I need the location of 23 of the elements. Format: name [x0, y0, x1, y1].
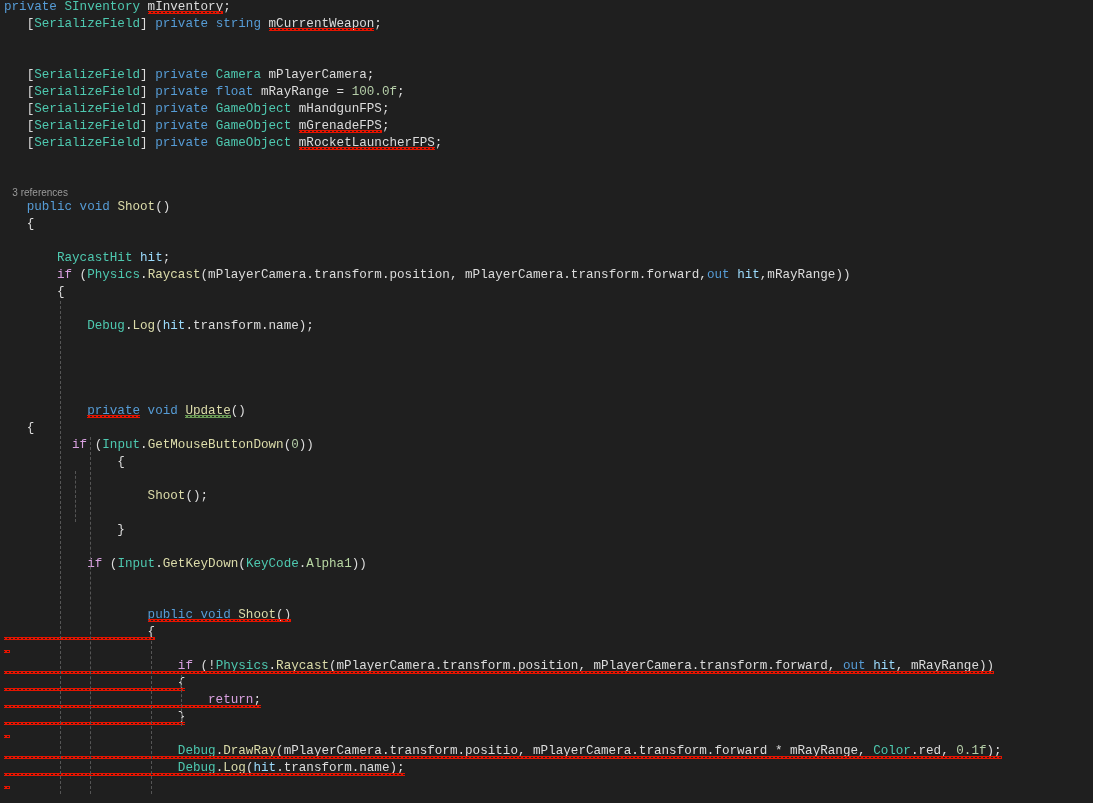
- code-line: Debug.DrawRay(mPlayerCamera.transform.positio, mPlayerCamera.transform.forward * mRayRange, Color.red, 0.1f);: [176, 743, 1002, 760]
- code-line: {: [116, 454, 125, 471]
- reference-count[interactable]: 3 references: [4, 186, 68, 199]
- code-line: if (Input.GetKeyDown(KeyCode.Alpha1)): [86, 556, 367, 573]
- code-line: [SerializeField] private GameObject mGrenadeFPS;: [25, 118, 390, 135]
- code-line: [SerializeField] private GameObject mHandgunFPS;: [25, 101, 390, 118]
- code-line: Debug.Log(hit.transform.name);: [86, 318, 314, 335]
- code-line: if (Input.GetMouseButtonDown(0)): [71, 437, 314, 454]
- code-line: {: [25, 216, 35, 233]
- code-line: if (Physics.Raycast(mPlayerCamera.transform.position, mPlayerCamera.transform.forward,out hit,mRayRange)): [55, 267, 851, 284]
- code-line: }: [116, 522, 125, 539]
- code-line: [SerializeField] private float mRayRange = 100.0f;: [25, 84, 405, 101]
- code-line: private void Update(): [86, 403, 246, 420]
- code-line: [SerializeField] private GameObject mRocketLauncherFPS;: [25, 135, 443, 152]
- code-line: {: [55, 284, 65, 301]
- code-line: [SerializeField] private Camera mPlayerCamera;: [25, 67, 375, 84]
- code-line: RaycastHit hit;: [55, 250, 171, 267]
- code-line: Shoot();: [146, 488, 209, 505]
- code-line: private SInventory mInventory;: [4, 0, 231, 16]
- code-line: return;: [207, 692, 261, 709]
- code-line: [SerializeField] private string mCurrentWeapon;: [25, 16, 382, 33]
- code-line: {: [25, 420, 35, 437]
- code-line: public void Shoot(): [25, 199, 171, 216]
